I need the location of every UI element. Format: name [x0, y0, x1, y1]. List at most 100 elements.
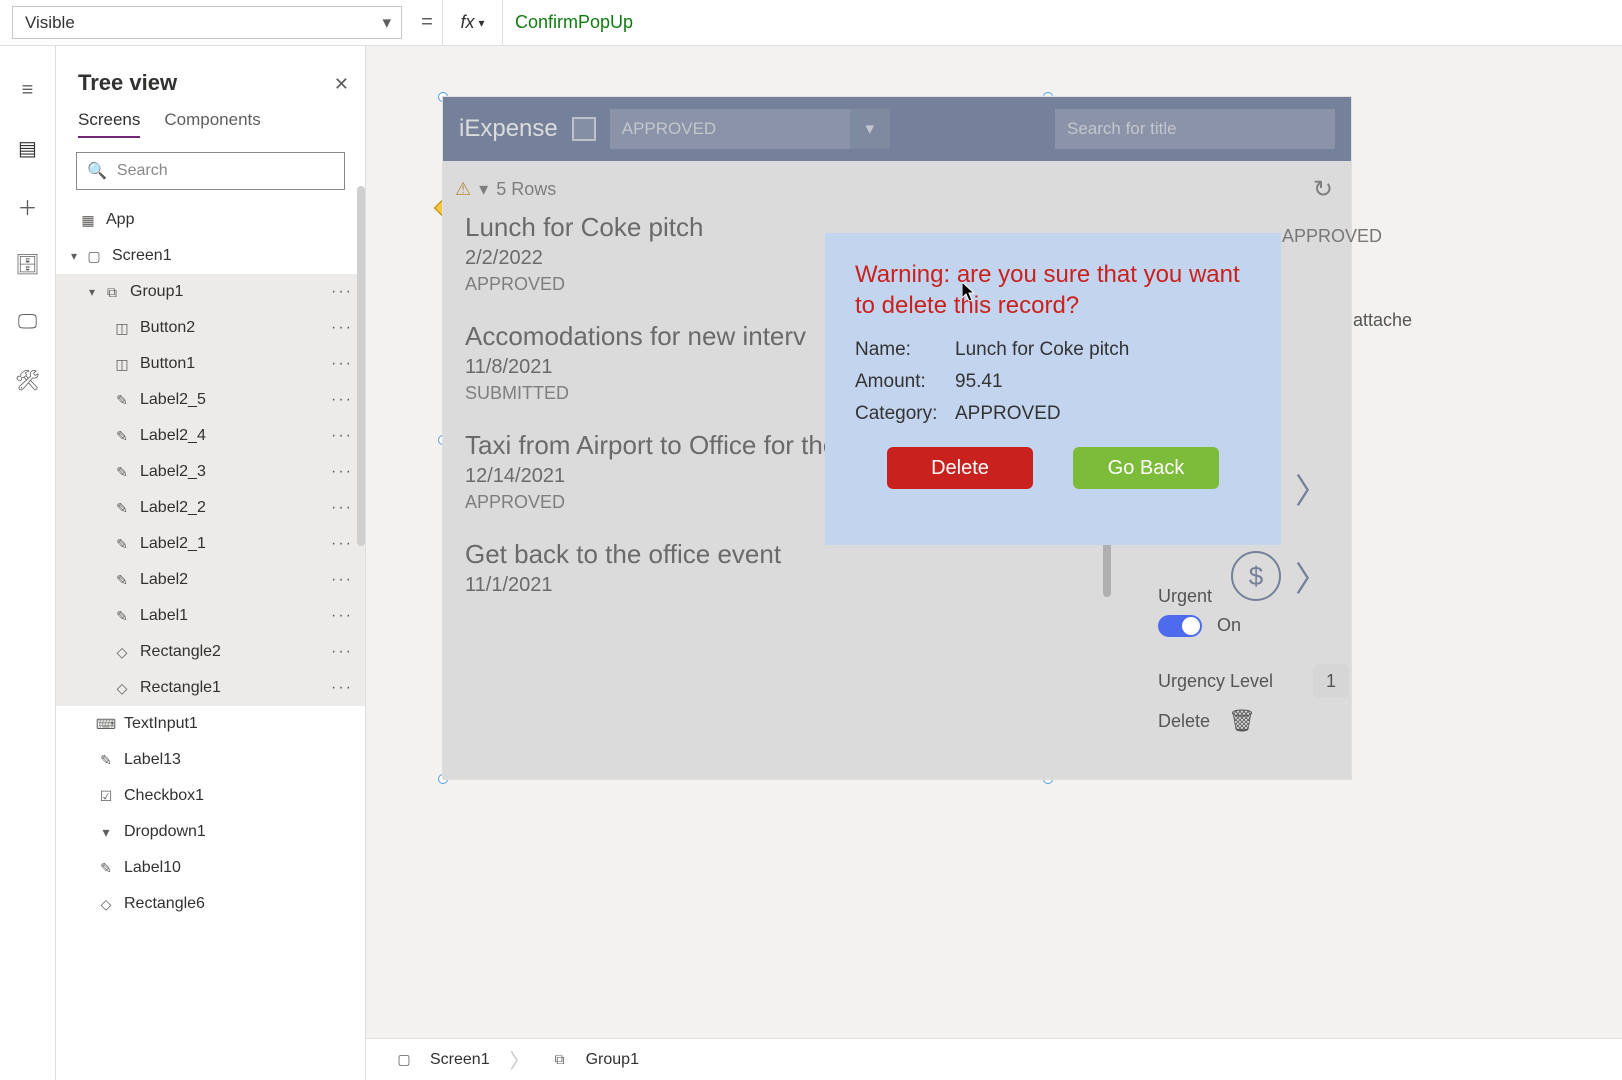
status-dropdown[interactable]: APPROVED ▾	[610, 109, 890, 149]
tree-item[interactable]: ✎Label2_1···	[56, 526, 365, 562]
tab-screens[interactable]: Screens	[78, 110, 140, 138]
control-icon: ☑	[96, 786, 116, 806]
search-icon: 🔍	[87, 161, 107, 181]
more-icon[interactable]: ···	[331, 679, 353, 697]
urgent-label: Urgent	[1158, 586, 1241, 607]
control-icon: ✎	[96, 750, 116, 770]
property-selector[interactable]: Visible ▾	[12, 6, 402, 39]
refresh-icon[interactable]: ↻	[1313, 175, 1333, 204]
tree-item[interactable]: ✎Label10	[56, 850, 365, 886]
left-rail: ≡ ▤ ＋ 🗄 🖵 🛠	[0, 46, 56, 1080]
tree-node-app[interactable]: ▦ App	[56, 202, 365, 238]
tree-item[interactable]: ✎Label2···	[56, 562, 365, 598]
more-icon[interactable]: ···	[331, 319, 353, 337]
control-icon: ◫	[112, 318, 132, 338]
tree-item[interactable]: ✎Label2_2···	[56, 490, 365, 526]
title-search-input[interactable]: Search for title	[1055, 109, 1335, 149]
rows-count: 5 Rows	[496, 179, 556, 200]
plus-icon[interactable]: ＋	[16, 194, 40, 218]
tree-item[interactable]: ✎Label13	[56, 742, 365, 778]
fx-icon: fx	[460, 12, 474, 33]
control-icon: ✎	[96, 858, 116, 878]
tree-node-screen[interactable]: ▾ ▢ Screen1	[56, 238, 365, 274]
tree-item[interactable]: ◫Button2···	[56, 310, 365, 346]
canvas[interactable]: iExpense APPROVED ▾ Search for title ⚠ ▾…	[442, 96, 1622, 1020]
control-icon: ✎	[112, 390, 132, 410]
tree-item[interactable]: ✎Label2_5···	[56, 382, 365, 418]
more-icon[interactable]: ···	[331, 535, 353, 553]
close-icon[interactable]: ✕	[334, 74, 349, 95]
confirm-delete-popup: Warning: are you sure that you want to d…	[825, 233, 1281, 545]
tree-view-panel: Tree view ✕ Screens Components 🔍 Search …	[56, 46, 366, 1080]
more-icon[interactable]: ···	[331, 427, 353, 445]
tree-item[interactable]: ◇Rectangle2···	[56, 634, 365, 670]
fx-button[interactable]: fx ▾	[442, 0, 502, 45]
tree-view-title: Tree view	[56, 46, 365, 102]
tree-item[interactable]: ✎Label2_3···	[56, 454, 365, 490]
breadcrumb-screen[interactable]: ▢ Screen1	[380, 1039, 504, 1080]
data-icon[interactable]: 🗄	[16, 252, 40, 276]
screen-icon: ▢	[394, 1050, 414, 1070]
formula-bar[interactable]: ConfirmPopUp	[502, 0, 1622, 45]
delete-button[interactable]: Delete	[887, 447, 1033, 489]
more-icon[interactable]: ···	[331, 499, 353, 517]
popup-warning-text: Warning: are you sure that you want to d…	[855, 259, 1251, 321]
more-icon[interactable]: ···	[331, 463, 353, 481]
search-placeholder: Search	[117, 162, 168, 180]
header-checkbox[interactable]	[572, 117, 596, 141]
chevron-down-icon: ▾	[850, 109, 890, 149]
tree-item[interactable]: ✎Label2_4···	[56, 418, 365, 454]
control-icon: ✎	[112, 426, 132, 446]
property-selector-value: Visible	[25, 13, 75, 33]
more-icon[interactable]: ···	[331, 283, 353, 301]
tab-components[interactable]: Components	[164, 110, 260, 138]
trash-icon[interactable]: 🗑	[1228, 708, 1256, 734]
control-icon: ◇	[112, 642, 132, 662]
group-icon: ⧉	[102, 282, 122, 302]
tree-node-group[interactable]: ▾ ⧉ Group1 ···	[56, 274, 365, 310]
control-icon: ▾	[96, 822, 116, 842]
control-icon: ✎	[112, 462, 132, 482]
chevron-down-icon: ▾	[66, 249, 82, 263]
popup-amount-label: Amount:	[855, 371, 955, 393]
screen-icon: ▢	[84, 246, 104, 266]
formula-text: ConfirmPopUp	[515, 12, 633, 33]
urgent-toggle[interactable]	[1158, 615, 1202, 637]
control-icon: ✎	[112, 534, 132, 554]
tree-search-input[interactable]: 🔍 Search	[76, 152, 345, 190]
go-back-button[interactable]: Go Back	[1073, 447, 1219, 489]
more-icon[interactable]: ···	[331, 607, 353, 625]
breadcrumb-group[interactable]: ⧉ Group1	[536, 1039, 653, 1080]
layers-icon[interactable]: ▤	[16, 136, 40, 160]
more-icon[interactable]: ···	[331, 643, 353, 661]
breadcrumb: ▢ Screen1 〉 ⧉ Group1	[366, 1038, 1622, 1080]
control-icon: ◇	[112, 678, 132, 698]
tree-item[interactable]: ☑Checkbox1	[56, 778, 365, 814]
chevron-down-icon: ▾	[84, 285, 100, 299]
toggle-state: On	[1217, 615, 1241, 635]
attachment-text: attache	[1353, 310, 1412, 331]
delete-label: Delete	[1158, 711, 1210, 732]
chevron-down-icon: ▾	[382, 13, 391, 33]
app-header: iExpense APPROVED ▾ Search for title	[443, 97, 1351, 161]
control-icon: ◇	[96, 894, 116, 914]
tools-icon[interactable]: 🛠	[16, 368, 40, 392]
popup-category-label: Category:	[855, 403, 955, 425]
more-icon[interactable]: ···	[331, 391, 353, 409]
tree-item[interactable]: ◇Rectangle6	[56, 886, 365, 922]
tree-item[interactable]: ◇Rectangle1···	[56, 670, 365, 706]
media-icon[interactable]: 🖵	[16, 310, 40, 334]
chevron-right-icon: 〉	[1295, 464, 1329, 513]
tree-list: ▦ App ▾ ▢ Screen1 ▾ ⧉ Group1 ··· ◫Button…	[56, 198, 365, 1080]
popup-name-value: Lunch for Coke pitch	[955, 339, 1129, 361]
more-icon[interactable]: ···	[331, 571, 353, 589]
status-badge: APPROVED	[1282, 226, 1382, 247]
tree-scrollbar[interactable]	[357, 186, 365, 546]
more-icon[interactable]: ···	[331, 355, 353, 373]
tree-item[interactable]: ◫Button1···	[56, 346, 365, 382]
chevron-down-icon: ▾	[478, 16, 484, 30]
tree-item[interactable]: ✎Label1···	[56, 598, 365, 634]
tree-item[interactable]: ⌨TextInput1	[56, 706, 365, 742]
warning-icon: ⚠	[455, 179, 471, 200]
tree-item[interactable]: ▾Dropdown1	[56, 814, 365, 850]
